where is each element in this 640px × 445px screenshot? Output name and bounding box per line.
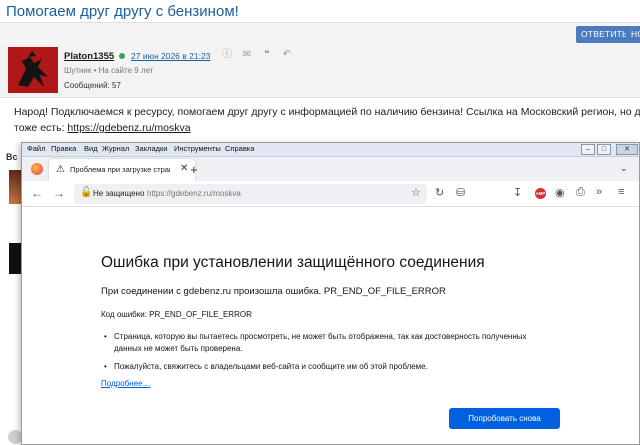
tab-bar: ⚠ Проблема при загрузке стран ✕ + ⌄ bbox=[22, 157, 639, 181]
quote-icon[interactable]: ❝ bbox=[261, 49, 273, 61]
list-item: Пожалуйста, свяжитесь с владельцами веб-… bbox=[101, 361, 551, 373]
extension-icon[interactable]: ◉ bbox=[555, 186, 565, 199]
url-text[interactable]: https://gdebenz.ru/moskva bbox=[147, 189, 241, 198]
maximize-icon[interactable]: □ bbox=[597, 144, 611, 155]
learn-more-link[interactable]: Подробнее… bbox=[101, 379, 151, 388]
post-link[interactable]: https://gdebenz.ru/moskva bbox=[67, 122, 190, 134]
chevron-down-icon[interactable]: ⌄ bbox=[620, 163, 628, 174]
new-tab-icon[interactable]: + bbox=[190, 162, 198, 177]
security-label[interactable]: Не защищено bbox=[93, 189, 144, 198]
author-rank: Шутник • На сайте 9 лет bbox=[64, 66, 154, 75]
reader-icon[interactable]: ⛁ bbox=[456, 186, 465, 199]
author-name-link[interactable]: Platon1355 bbox=[64, 51, 114, 62]
extensions-icon[interactable]: ⎙ bbox=[576, 186, 585, 199]
avatar[interactable] bbox=[8, 47, 58, 93]
warning-icon: ⚠ bbox=[56, 164, 65, 175]
menu-help[interactable]: Справка bbox=[225, 144, 254, 153]
reply-button[interactable]: ОТВЕТИТЬ bbox=[576, 26, 633, 43]
tab-title: Проблема при загрузке стран bbox=[70, 165, 170, 174]
firefox-view-icon[interactable] bbox=[31, 163, 43, 175]
adblock-icon[interactable]: ABP bbox=[535, 188, 546, 199]
post-date-link[interactable]: 27 июн 2026 в 21:23 bbox=[131, 51, 210, 61]
menu-tools[interactable]: Инструменты bbox=[174, 144, 221, 153]
sidebar-section-label: Вс bbox=[6, 152, 18, 162]
star-icon[interactable]: ☆ bbox=[411, 186, 421, 199]
screenshot: Помогаем друг другу с бензином! ОТВЕТИТЬ… bbox=[0, 0, 640, 445]
download-icon[interactable]: ↧ bbox=[513, 186, 522, 199]
author-post-count: Сообщений: 57 bbox=[64, 81, 121, 90]
avatar[interactable] bbox=[8, 430, 22, 444]
minimize-icon[interactable]: – bbox=[581, 144, 595, 155]
topic-title: Помогаем друг другу с бензином! bbox=[6, 3, 239, 20]
tab-close-icon[interactable]: ✕ bbox=[180, 163, 188, 174]
thumbnail-image[interactable] bbox=[9, 243, 21, 274]
url-bar[interactable]: 🔓 Не защищено https://gdebenz.ru/moskva bbox=[74, 184, 427, 204]
lock-warning-icon[interactable]: 🔓 bbox=[80, 187, 92, 198]
reply-arrow-icon[interactable]: ↶ bbox=[281, 49, 293, 61]
overflow-icon[interactable]: » bbox=[596, 186, 602, 198]
post-author-block: Platon1355 27 июн 2026 в 21:23 ⓘ ✉ ❝ ↶ Ш… bbox=[0, 44, 640, 98]
error-bullet-list: Страница, которую вы пытаетесь просмотре… bbox=[101, 331, 551, 379]
post-toolbar: ОТВЕТИТЬ НО bbox=[0, 23, 640, 45]
error-code: Код ошибки: PR_END_OF_FILE_ERROR bbox=[101, 310, 252, 319]
menu-file[interactable]: Файл bbox=[27, 144, 45, 153]
post-line-2: тоже есть: https://gdebenz.ru/moskva bbox=[14, 120, 640, 136]
browser-window: Файл Правка Вид Журнал Закладки Инструме… bbox=[21, 142, 640, 445]
close-icon[interactable]: ✕ bbox=[616, 144, 638, 155]
menu-icon[interactable]: ≡ bbox=[618, 186, 624, 198]
post-body: Народ! Подключаемся к ресурсу, помогаем … bbox=[14, 104, 640, 136]
new-button[interactable]: НО bbox=[626, 26, 640, 43]
menu-history[interactable]: Журнал bbox=[102, 144, 129, 153]
list-item: Страница, которую вы пытаетесь просмотре… bbox=[101, 331, 551, 355]
try-again-button[interactable]: Попробовать снова bbox=[449, 408, 560, 429]
menu-edit[interactable]: Правка bbox=[51, 144, 76, 153]
info-icon[interactable]: ⓘ bbox=[221, 49, 233, 61]
menu-view[interactable]: Вид bbox=[84, 144, 98, 153]
error-title: Ошибка при установлении защищённого соед… bbox=[101, 254, 485, 271]
navigation-bar: ← → 🔓 Не защищено https://gdebenz.ru/mos… bbox=[22, 181, 639, 207]
thumbnail-image[interactable] bbox=[9, 170, 21, 204]
menu-bookmarks[interactable]: Закладки bbox=[135, 144, 167, 153]
post-actions: ⓘ ✉ ❝ ↶ bbox=[221, 49, 293, 61]
post-line-1: Народ! Подключаемся к ресурсу, помогаем … bbox=[14, 106, 640, 118]
error-message: При соединении с gdebenz.ru произошла ош… bbox=[101, 286, 446, 297]
post-line-2-prefix: тоже есть: bbox=[14, 122, 68, 134]
mail-icon[interactable]: ✉ bbox=[241, 49, 253, 61]
forward-icon[interactable]: → bbox=[53, 186, 65, 200]
online-status-icon bbox=[119, 53, 125, 59]
reload-icon[interactable]: ↻ bbox=[435, 186, 444, 199]
menu-bar: Файл Правка Вид Журнал Закладки Инструме… bbox=[22, 143, 639, 157]
tab-active[interactable]: ⚠ Проблема при загрузке стран ✕ bbox=[49, 159, 195, 181]
back-icon[interactable]: ← bbox=[31, 186, 43, 200]
